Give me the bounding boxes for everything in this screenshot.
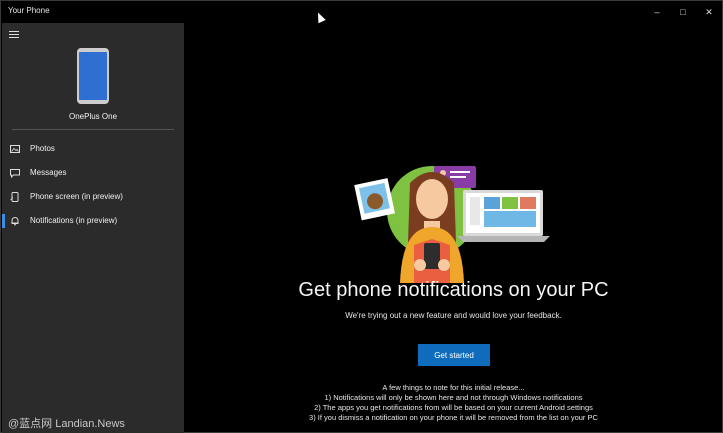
- sidebar-divider: [12, 129, 174, 130]
- messages-icon: [10, 169, 20, 178]
- release-note-3: 3) If you dismiss a notification on your…: [309, 413, 598, 422]
- page-title: Get phone notifications on your PC: [298, 279, 609, 301]
- sidebar-item-label: Phone screen (in preview): [30, 192, 123, 201]
- sidebar: OnePlus One Photos Messages Phone screen…: [2, 23, 184, 433]
- release-notes-intro: A few things to note for this initial re…: [382, 383, 525, 392]
- notifications-icon: [11, 217, 19, 226]
- title-bar[interactable]: Your Phone – □ ✕: [1, 1, 722, 23]
- hamburger-menu-icon[interactable]: [9, 31, 19, 39]
- main-content: Get phone notifications on your PC We're…: [184, 23, 723, 433]
- sidebar-item-label: Messages: [30, 168, 67, 177]
- watermark: @蓝点网 Landian.News: [8, 418, 125, 430]
- close-button[interactable]: ✕: [693, 1, 723, 23]
- sidebar-item-phone-screen[interactable]: Phone screen (in preview): [2, 186, 184, 208]
- phone-device-icon: [77, 48, 109, 104]
- app-window: Your Phone – □ ✕ OnePlus One Photos Mess…: [0, 0, 723, 433]
- release-notes: A few things to note for this initial re…: [184, 383, 723, 423]
- phone-screen-icon: [10, 192, 19, 202]
- page-subtitle: We're trying out a new feature and would…: [345, 311, 562, 320]
- photos-icon: [10, 145, 20, 153]
- window-title: Your Phone: [8, 6, 50, 15]
- sidebar-item-label: Notifications (in preview): [30, 216, 118, 225]
- release-note-2: 2) The apps you get notifications from w…: [314, 403, 593, 412]
- sidebar-item-label: Photos: [30, 144, 55, 153]
- sidebar-item-photos[interactable]: Photos: [2, 138, 184, 160]
- sidebar-item-notifications[interactable]: Notifications (in preview): [2, 210, 184, 232]
- device-name: OnePlus One: [68, 112, 118, 121]
- release-note-1: 1) Notifications will only be shown here…: [324, 393, 583, 402]
- sidebar-item-messages[interactable]: Messages: [2, 162, 184, 184]
- get-started-button[interactable]: Get started: [418, 344, 490, 366]
- hero-illustration: [354, 166, 550, 283]
